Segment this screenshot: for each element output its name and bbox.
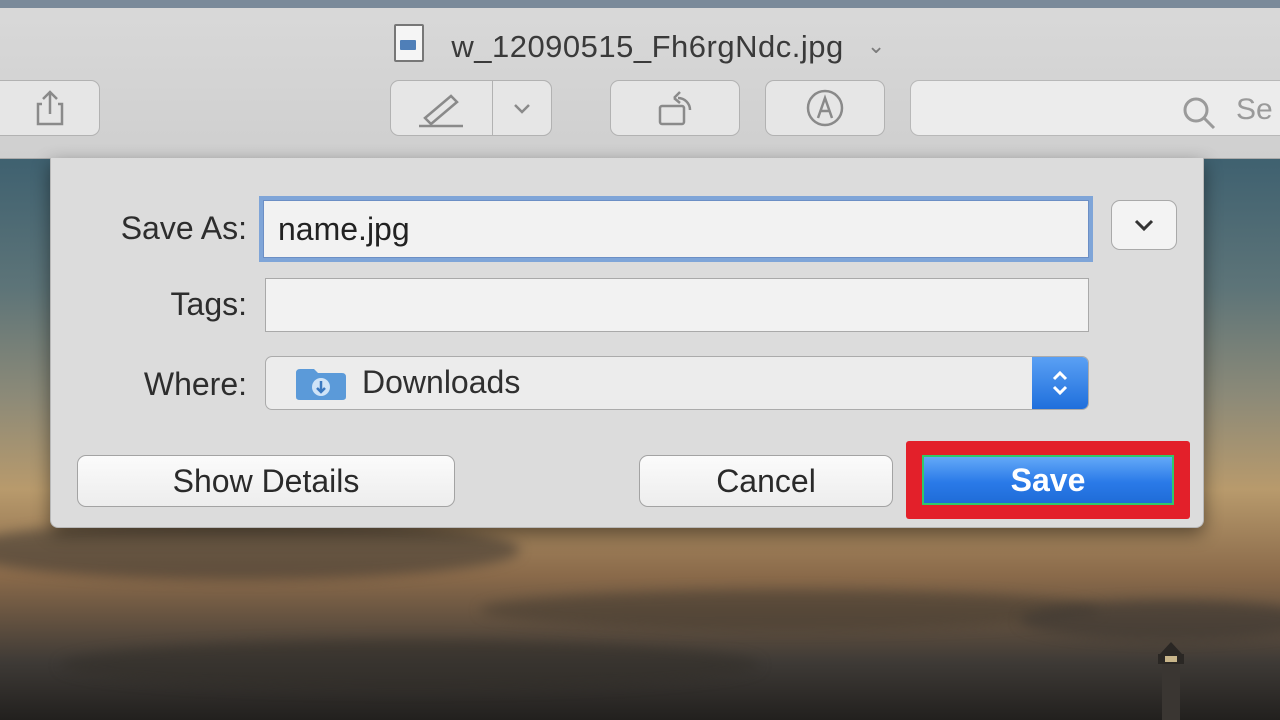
window-top-edge — [0, 0, 1280, 8]
background-cloud — [60, 640, 760, 690]
rotate-icon — [658, 91, 692, 126]
expand-dialog-button[interactable] — [1111, 200, 1177, 250]
annotate-icon — [806, 89, 844, 127]
rotate-button[interactable] — [610, 80, 740, 136]
window-title[interactable]: w_12090515_Fh6rgNdc.jpg ⌄ — [0, 24, 1280, 65]
background-cloud — [480, 590, 1100, 630]
cancel-button[interactable]: Cancel — [639, 455, 893, 507]
lighthouse-image — [1158, 642, 1184, 720]
background-cloud — [0, 520, 520, 580]
tags-field[interactable] — [265, 278, 1089, 332]
search-input[interactable]: Se — [910, 80, 1280, 136]
chevron-down-icon — [514, 104, 530, 114]
where-label: Where: — [143, 366, 247, 402]
window-toolbar: w_12090515_Fh6rgNdc.jpg ⌄ Se — [0, 0, 1280, 159]
document-icon — [394, 24, 425, 62]
folder-download-icon — [296, 369, 346, 400]
search-placeholder: Se — [1236, 93, 1273, 126]
show-details-button[interactable]: Show Details — [77, 455, 455, 507]
annotate-button[interactable] — [765, 80, 885, 136]
window-title-text: w_12090515_Fh6rgNdc.jpg — [451, 29, 844, 64]
chevron-down-icon: ⌄ — [866, 33, 886, 58]
save-button[interactable]: Save — [922, 455, 1174, 505]
markup-dropdown-button[interactable] — [493, 80, 552, 136]
search-icon — [1183, 97, 1216, 130]
save-as-input[interactable] — [264, 201, 1088, 257]
markup-pen-icon — [419, 94, 463, 128]
chevron-down-icon — [1134, 219, 1154, 232]
tags-input[interactable] — [266, 279, 1088, 331]
save-as-field[interactable] — [259, 196, 1093, 262]
share-button[interactable] — [0, 80, 100, 136]
stepper-icon — [1032, 357, 1088, 409]
save-as-label: Save As: — [120, 210, 247, 246]
where-popup-button[interactable]: Downloads — [265, 356, 1089, 410]
background-cloud — [1020, 600, 1280, 640]
share-icon — [36, 90, 64, 126]
tags-label: Tags: — [170, 286, 247, 322]
where-value: Downloads — [362, 364, 521, 400]
